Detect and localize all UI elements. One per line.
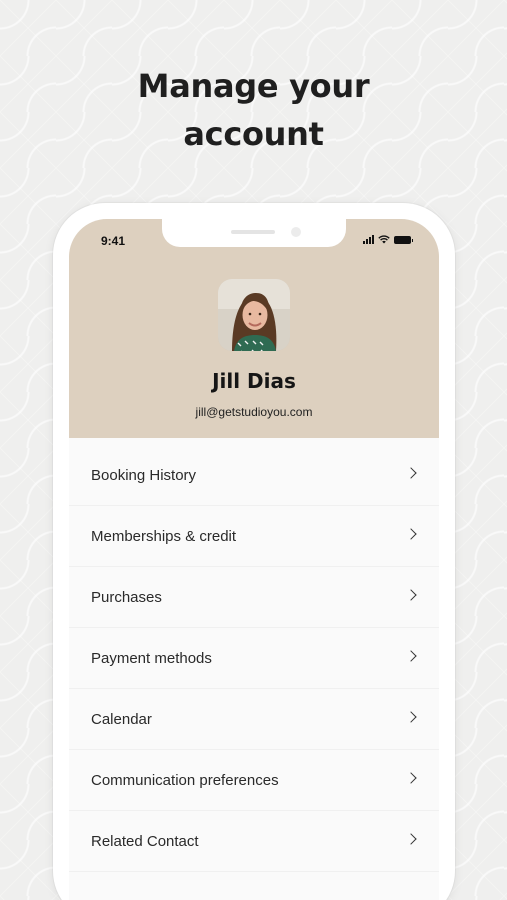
speaker-grille bbox=[231, 230, 275, 234]
marketing-headline: Manage your account bbox=[0, 62, 507, 158]
chevron-right-icon bbox=[405, 833, 417, 845]
menu-item-label: Memberships & credit bbox=[91, 527, 237, 545]
wifi-icon bbox=[378, 235, 390, 244]
menu-item-label: Calendar bbox=[91, 710, 152, 728]
chevron-right-icon bbox=[405, 772, 417, 784]
menu-item-label: Purchases bbox=[91, 588, 162, 606]
menu-item-calendar[interactable]: Calendar bbox=[69, 689, 439, 750]
signal-icon bbox=[363, 235, 374, 244]
avatar[interactable] bbox=[218, 279, 290, 351]
front-camera bbox=[291, 227, 301, 237]
battery-icon bbox=[394, 235, 413, 244]
profile-header: 9:41 Jill Dias jill@getstudioyou.com bbox=[69, 219, 439, 438]
phone-notch bbox=[162, 219, 346, 247]
phone-frame: 9:41 Jill Dias jill@getstudioyou.com Boo… bbox=[53, 203, 455, 900]
headline-line-2: account bbox=[183, 115, 324, 153]
chevron-right-icon bbox=[405, 650, 417, 662]
headline-line-1: Manage your bbox=[137, 67, 370, 105]
menu-item-label: Booking History bbox=[91, 466, 197, 484]
profile-email: jill@getstudioyou.com bbox=[195, 405, 313, 419]
account-menu: Booking History Memberships & credit Pur… bbox=[69, 445, 439, 872]
menu-item-label: Payment methods bbox=[91, 649, 212, 667]
menu-item-memberships-credit[interactable]: Memberships & credit bbox=[69, 506, 439, 567]
menu-item-communication-preferences[interactable]: Communication preferences bbox=[69, 750, 439, 811]
menu-item-booking-history[interactable]: Booking History bbox=[69, 445, 439, 506]
profile-name: Jill Dias bbox=[212, 369, 296, 393]
menu-item-related-contact[interactable]: Related Contact bbox=[69, 811, 439, 872]
menu-item-label: Related Contact bbox=[91, 832, 199, 850]
chevron-right-icon bbox=[405, 528, 417, 540]
chevron-right-icon bbox=[405, 467, 417, 479]
menu-item-purchases[interactable]: Purchases bbox=[69, 567, 439, 628]
chevron-right-icon bbox=[405, 711, 417, 723]
status-time: 9:41 bbox=[101, 234, 126, 248]
menu-item-label: Communication preferences bbox=[91, 771, 279, 789]
menu-item-payment-methods[interactable]: Payment methods bbox=[69, 628, 439, 689]
profile-photo bbox=[218, 279, 290, 351]
chevron-right-icon bbox=[405, 589, 417, 601]
status-icons bbox=[363, 235, 413, 244]
phone-screen: 9:41 Jill Dias jill@getstudioyou.com Boo… bbox=[69, 219, 439, 900]
